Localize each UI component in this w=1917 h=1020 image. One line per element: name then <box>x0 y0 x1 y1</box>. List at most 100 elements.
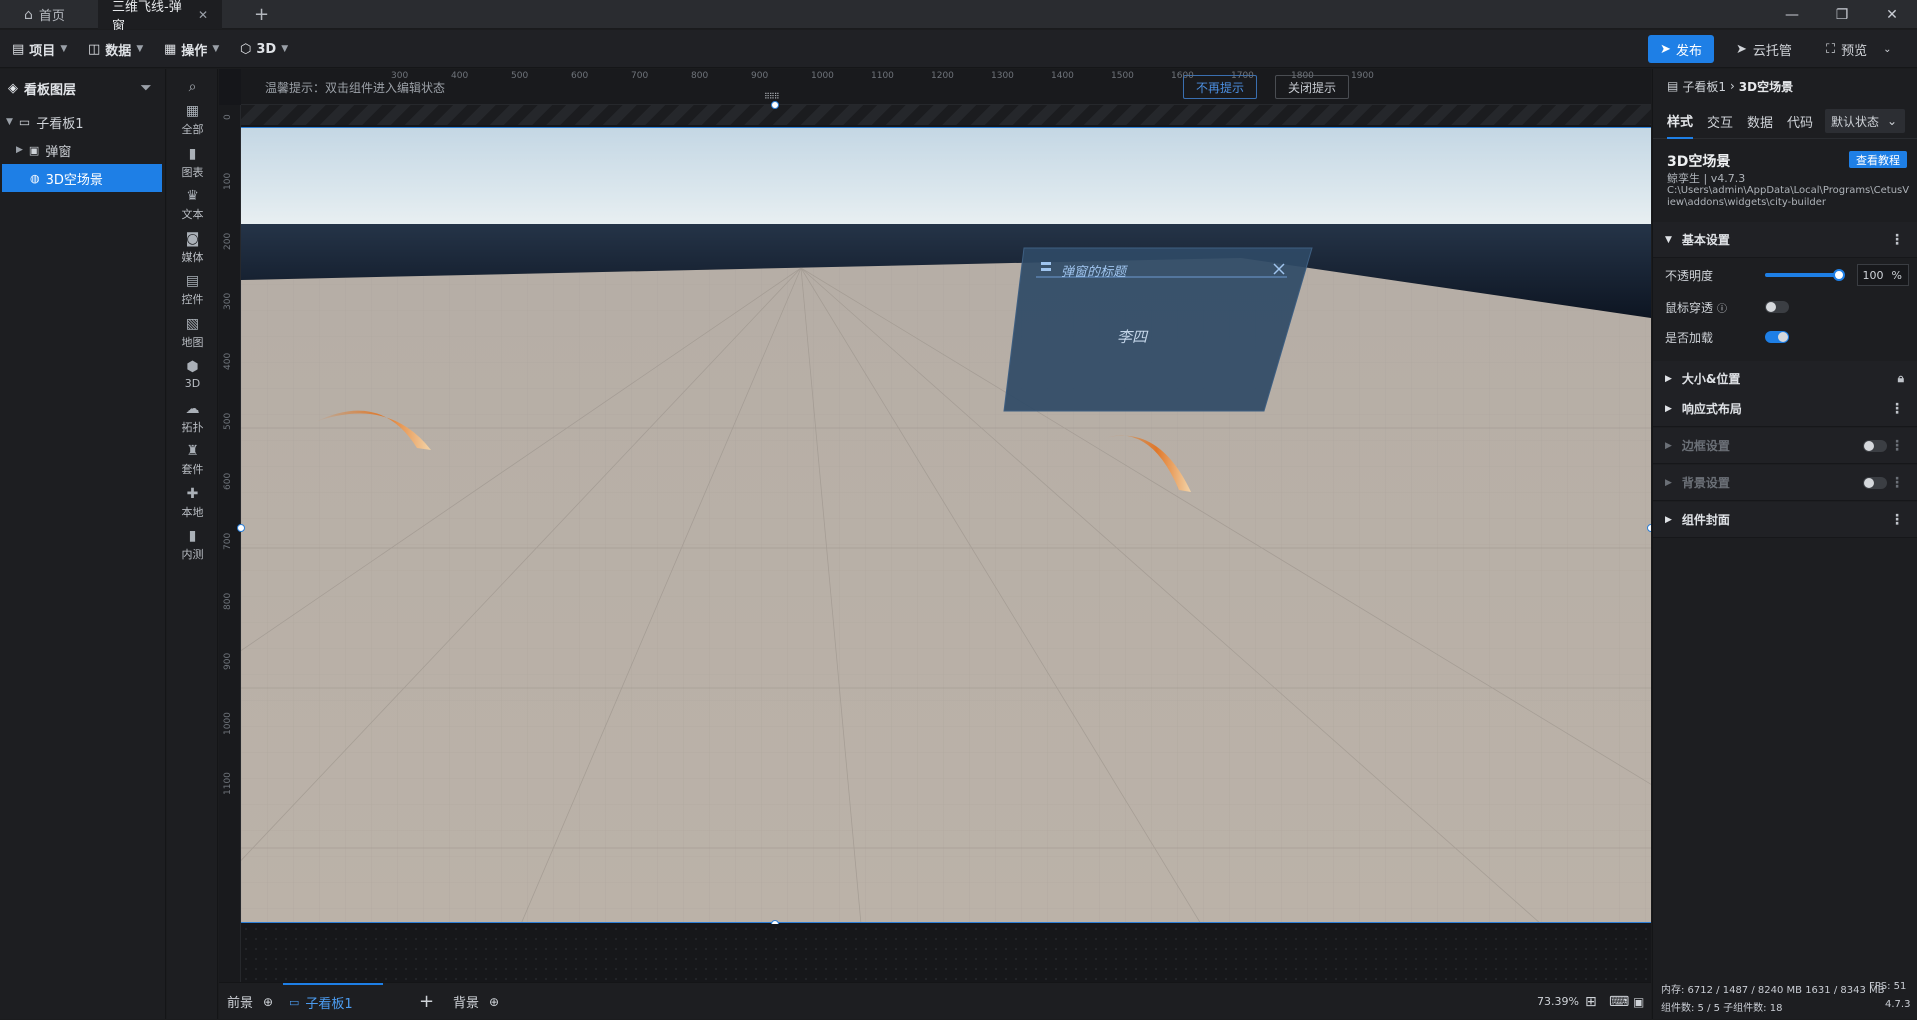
comp-kit[interactable]: ♜ 套件 <box>167 437 218 483</box>
more-icon[interactable]: ⋮ <box>1890 401 1904 417</box>
comp-3d[interactable]: ⬢ 3D <box>167 352 218 398</box>
tab-interaction[interactable]: 交互 <box>1707 103 1733 139</box>
tutorial-button[interactable]: 查看教程 <box>1849 151 1907 168</box>
keyboard-icon[interactable]: ⌨ <box>1609 983 1629 1020</box>
background-tab[interactable]: 背景 ⊕ <box>453 983 499 1020</box>
chevron-right-icon: › <box>1729 79 1735 93</box>
layers-panel: ◈ 看板图层 ⏷ ▼ ▭ 子看板1 ▶ ▣ 弹窗 ◍ 3D空场景 <box>0 69 166 1019</box>
resize-handle-top[interactable] <box>771 101 779 109</box>
filter-icon[interactable]: ⏷ <box>141 81 151 96</box>
comp-chart[interactable]: ▮ 图表 <box>167 140 218 186</box>
topology-icon: ☁ <box>185 400 200 417</box>
hint-text: 温馨提示：双击组件进入编辑状态 <box>265 81 446 95</box>
canvas-area[interactable]: 温馨提示：双击组件进入编辑状态 不再提示 关闭提示 300 400 500 600 70… <box>219 69 1651 982</box>
more-icon[interactable]: ⋮ <box>1890 232 1904 248</box>
popup-panel <box>1003 247 1313 412</box>
ruler-horizontal: 温馨提示：双击组件进入编辑状态 不再提示 关闭提示 300 400 500 600 70… <box>241 69 1651 105</box>
component-count: 组件数: 5 / 5 子组件数: 18 <box>1661 1003 1783 1014</box>
restore-button[interactable]: ❐ <box>1817 0 1867 29</box>
breadcrumb-parent[interactable]: 子看板1 <box>1682 78 1726 95</box>
opacity-slider[interactable] <box>1765 269 1845 281</box>
add-board-button[interactable]: + <box>419 983 434 1020</box>
caret-right-icon: ▶ <box>1665 373 1672 384</box>
tab-code[interactable]: 代码 <box>1787 103 1813 139</box>
opacity-label: 不透明度 <box>1665 268 1714 283</box>
chevron-down-icon: ▼ <box>60 44 68 54</box>
help-icon[interactable]: ⓘ <box>1717 300 1727 315</box>
tab-home-label: 首页 <box>38 9 65 24</box>
opacity-input[interactable]: 100 % <box>1857 264 1909 286</box>
publish-label: 发布 <box>1675 43 1702 59</box>
comp-label: 图表 <box>181 165 204 179</box>
3d-scene-viewport[interactable]: 弹窗的标题 李四 <box>241 127 1651 923</box>
add-circle-icon[interactable]: ⊕ <box>263 995 273 1009</box>
load-toggle[interactable] <box>1765 331 1789 343</box>
foreground-tab[interactable]: 前景 ⊕ <box>227 983 273 1020</box>
cloud-host-button[interactable]: ➤ 云托管 <box>1736 30 1792 68</box>
send-icon: ➤ <box>1660 41 1671 57</box>
lock-icon[interactable]: 🔒︎ <box>1898 371 1904 386</box>
menu-3d[interactable]: ⬡ 3D ▼ <box>240 30 288 68</box>
comp-beta[interactable]: ▮ 内测 <box>167 522 218 568</box>
section-border[interactable]: ▶ 边框设置 ⋮ <box>1653 428 1917 464</box>
comp-map[interactable]: ▧ 地图 <box>167 310 218 356</box>
widget-name: 3D空场景 <box>1667 154 1731 170</box>
caret-right-icon[interactable]: ▶ <box>16 145 23 155</box>
chevron-down-icon[interactable]: ⌄ <box>1883 44 1891 55</box>
new-tab-button[interactable]: + <box>240 0 283 29</box>
menu-project[interactable]: ▤ 项目 ▼ <box>12 30 67 68</box>
more-icon[interactable]: ⋮ <box>1890 512 1904 528</box>
mouse-through-toggle[interactable] <box>1765 301 1789 313</box>
ruler-tick-label: 1600 <box>1171 71 1194 81</box>
zoom-level[interactable]: 73.39% <box>1537 983 1579 1020</box>
control-icon: ▤ <box>185 272 200 289</box>
fps-status: FPS: 51 <box>1869 981 1907 992</box>
background-toggle[interactable] <box>1863 477 1887 489</box>
opacity-slider-knob[interactable] <box>1833 269 1845 281</box>
tab-home[interactable]: ⌂ 首页 <box>10 0 79 29</box>
drag-grip-icon[interactable]: ⠿⠿⠿ <box>764 92 780 101</box>
close-icon[interactable]: ✕ <box>198 8 208 22</box>
caret-down-icon[interactable]: ▼ <box>6 117 13 127</box>
minimize-button[interactable]: — <box>1767 0 1817 29</box>
comp-topology[interactable]: ☁ 拓扑 <box>167 395 218 441</box>
comp-media[interactable]: ◙ 媒体 <box>167 225 218 271</box>
fit-screen-icon[interactable]: ⊞ <box>1585 983 1597 1020</box>
comp-label: 拓扑 <box>181 420 204 434</box>
window-close-button[interactable]: ✕ <box>1867 0 1917 29</box>
comp-text[interactable]: ♛ 文本 <box>167 182 218 228</box>
preview-button[interactable]: ⛶ 预览 ⌄ <box>1826 30 1892 68</box>
section-basic[interactable]: ▼ 基本设置 ⋮ <box>1653 222 1917 258</box>
comp-label: 地图 <box>181 335 204 349</box>
terminal-icon[interactable]: ▣ <box>1633 983 1644 1020</box>
border-toggle[interactable] <box>1863 440 1887 452</box>
comp-all[interactable]: ▦ 全部 <box>167 97 218 143</box>
menu-3d-label: 3D <box>256 41 277 57</box>
comp-local[interactable]: ✚ 本地 <box>167 480 218 526</box>
layer-item-3d-scene[interactable]: ◍ 3D空场景 <box>2 164 162 192</box>
more-icon[interactable]: ⋮ <box>1890 475 1904 491</box>
tab-data[interactable]: 数据 <box>1747 103 1773 139</box>
publish-button[interactable]: ➤ 发布 <box>1648 35 1714 63</box>
map-icon: ▧ <box>185 315 200 332</box>
section-responsive[interactable]: ▶ 响应式布局 ⋮ <box>1653 391 1917 427</box>
resize-handle-right[interactable] <box>1647 524 1651 532</box>
layer-item-board[interactable]: ▼ ▭ 子看板1 <box>2 108 162 136</box>
tab-style[interactable]: 样式 <box>1667 103 1694 139</box>
layer-item-popup[interactable]: ▶ ▣ 弹窗 <box>2 136 162 164</box>
breadcrumb-current: 3D空场景 <box>1738 79 1794 94</box>
menu-data[interactable]: ◫ 数据 ▼ <box>88 30 143 68</box>
grid-icon: ▦ <box>164 41 177 57</box>
more-icon[interactable]: ⋮ <box>1890 438 1904 454</box>
state-select[interactable]: 默认状态 ⌄ <box>1825 109 1905 133</box>
add-circle-icon[interactable]: ⊕ <box>489 995 499 1009</box>
section-cover[interactable]: ▶ 组件封面 ⋮ <box>1653 502 1917 538</box>
tab-project[interactable]: 三维飞线-弹窗 ✕ <box>98 0 222 34</box>
board-tab[interactable]: ▭ 子看板1 <box>283 983 383 1020</box>
comp-control[interactable]: ▤ 控件 <box>167 267 218 313</box>
popup-title: 弹窗的标题 <box>1061 265 1127 280</box>
menu-operate[interactable]: ▦ 操作 ▼ <box>164 30 219 68</box>
section-background[interactable]: ▶ 背景设置 ⋮ <box>1653 465 1917 501</box>
resize-handle-left[interactable] <box>237 524 245 532</box>
comp-label: 全部 <box>181 122 204 136</box>
